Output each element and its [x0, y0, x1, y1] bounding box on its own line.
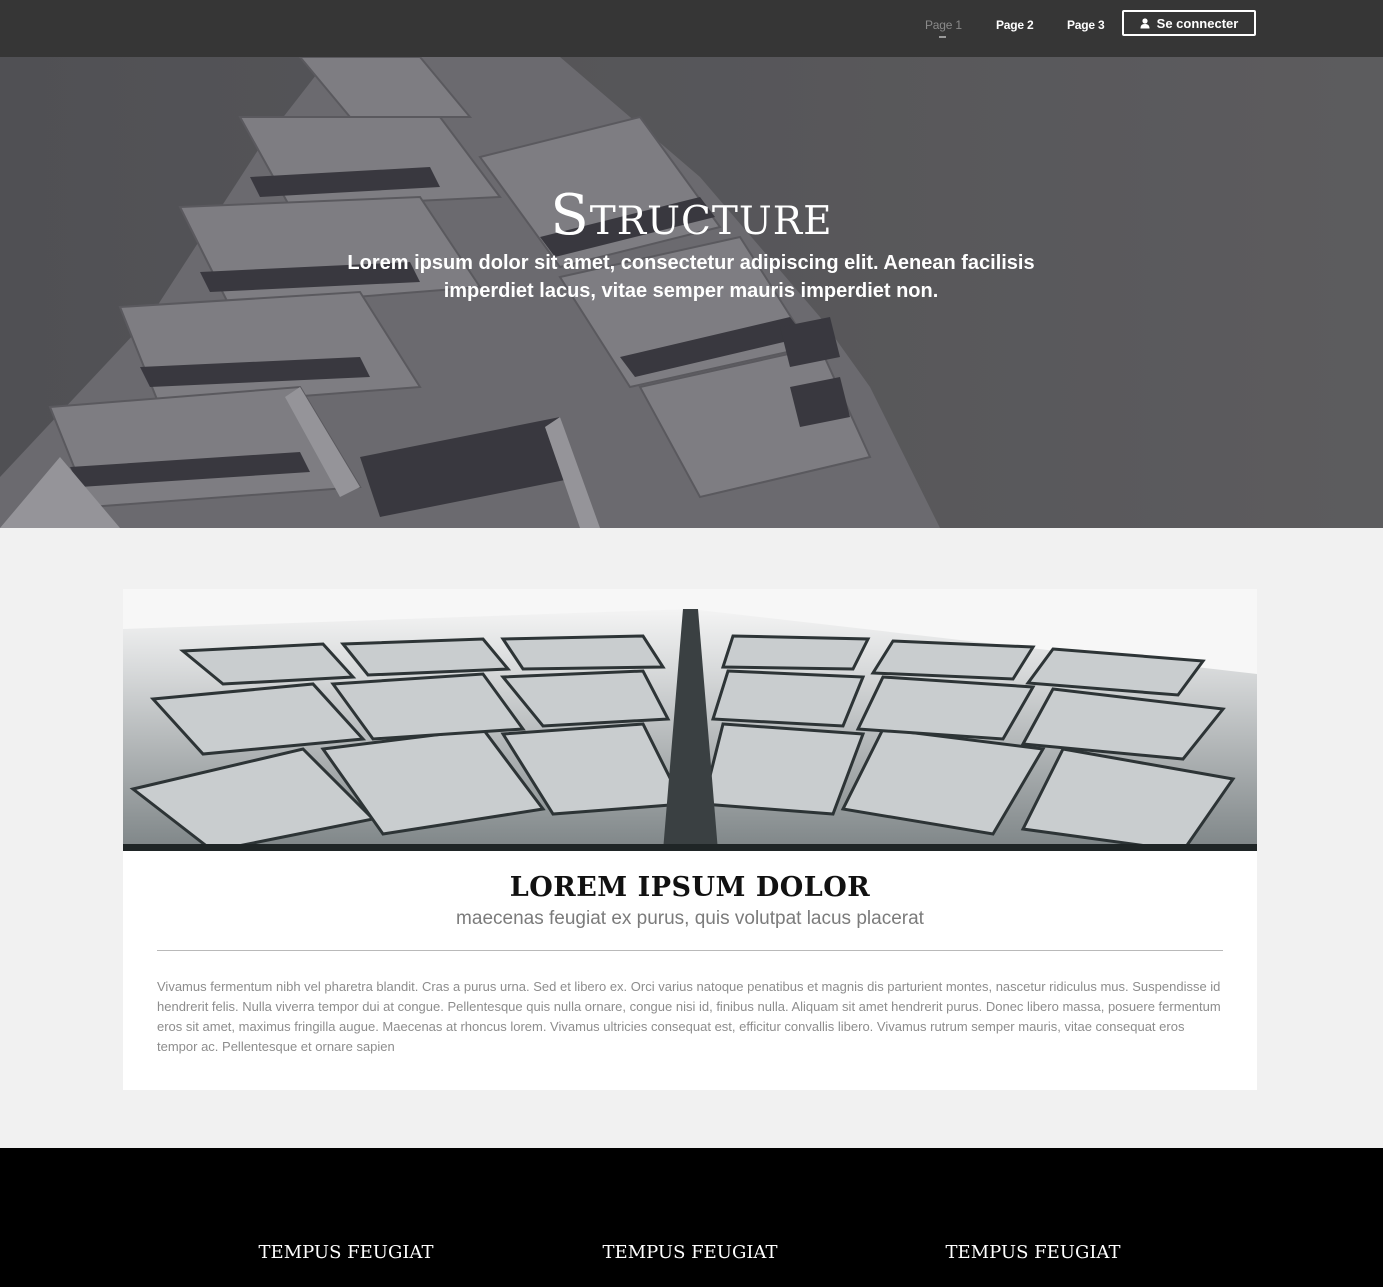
facade-image — [123, 589, 1257, 851]
card-subtitle: maecenas feugiat ex purus, quis volutpat… — [456, 908, 924, 929]
card-body-text: Vivamus fermentum nibh vel pharetra blan… — [157, 979, 1221, 1054]
article-card: LOREM IPSUM DOLOR maecenas feugiat ex pu… — [123, 589, 1257, 1090]
top-navbar: Page 1 Page 2 Page 3 Se connecter — [0, 0, 1383, 57]
footer-heading-2: TEMPUS FEUGIAT — [602, 1242, 778, 1263]
hero-subtitle: Lorem ipsum dolor sit amet, consectetur … — [347, 252, 1035, 302]
nav-link-page-3[interactable]: Page 3 — [1067, 18, 1105, 32]
active-page-indicator — [939, 36, 946, 38]
nav-link-page-2[interactable]: Page 2 — [996, 18, 1034, 32]
card-divider — [157, 950, 1223, 951]
footer: TEMPUS FEUGIAT TEMPUS FEUGIAT TEMPUS FEU… — [0, 1148, 1383, 1287]
hero-title: Structure — [550, 183, 833, 248]
login-button-label: Se connecter — [1156, 15, 1239, 31]
hero-banner: Structure Lorem ipsum dolor sit amet, co… — [0, 57, 1383, 528]
footer-heading-1: TEMPUS FEUGIAT — [258, 1242, 434, 1263]
login-button[interactable]: Se connecter — [1122, 10, 1256, 36]
nav-link-page-1[interactable]: Page 1 — [925, 18, 962, 32]
footer-heading-3: TEMPUS FEUGIAT — [945, 1242, 1121, 1263]
card-title: LOREM IPSUM DOLOR — [509, 872, 871, 903]
user-icon — [1140, 17, 1150, 28]
